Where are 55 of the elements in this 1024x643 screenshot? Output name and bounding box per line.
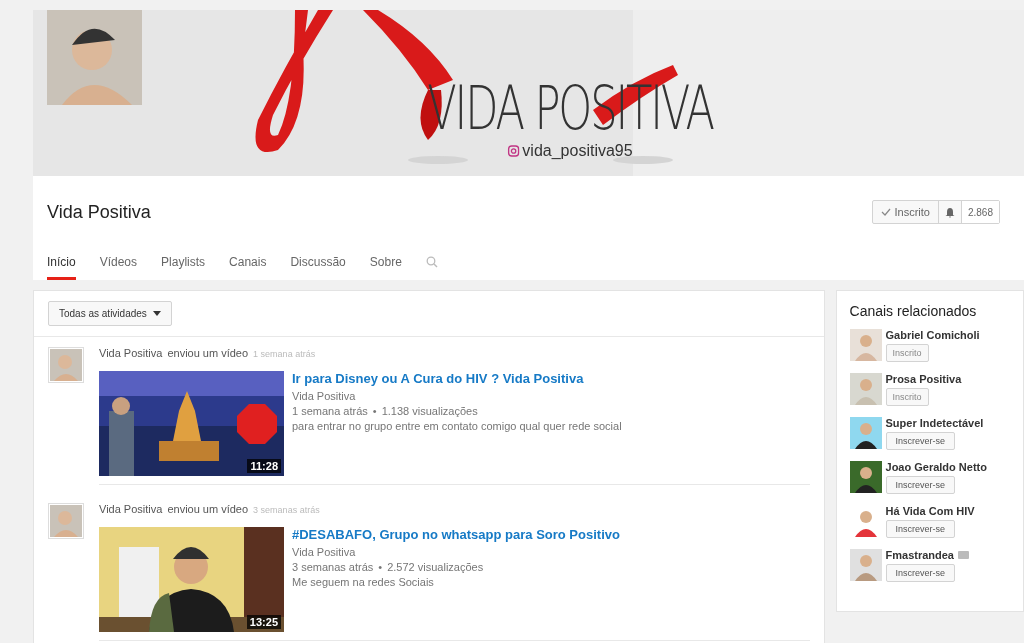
author-avatar — [48, 503, 84, 539]
subscribed-button[interactable]: Inscrito — [872, 201, 939, 223]
separator-dot: • — [378, 561, 383, 573]
video-channel: Vida Positiva — [292, 390, 357, 402]
channel-avatar — [849, 549, 882, 581]
channel-name: Vida Positiva — [47, 201, 151, 223]
subscribe-button[interactable]: Inscrito — [885, 388, 929, 406]
channel-tab[interactable]: Canais — [229, 255, 267, 280]
related-channel-name[interactable]: Prosa Positiva — [885, 373, 962, 385]
video-title[interactable]: #DESABAFO, Grupo no whatsapp para Soro Positivo — [292, 527, 620, 542]
channel-avatar — [849, 417, 882, 449]
subscribe-button[interactable]: Inscrever-se — [885, 520, 956, 538]
post-time: 3 semanas atrás — [253, 505, 320, 515]
author-link[interactable]: Vida Positiva — [99, 347, 163, 359]
video-duration: 11:28 — [247, 459, 281, 473]
video-age: 1 semana atrás — [292, 405, 368, 417]
subscriber-count: 2.868 — [961, 201, 999, 223]
video-age: 3 semanas atrás — [292, 561, 374, 573]
related-channel-name[interactable]: Super Indetectável — [885, 417, 984, 429]
camera-icon — [507, 145, 520, 157]
channel-avatar — [849, 461, 882, 493]
author-link[interactable]: Vida Positiva — [99, 503, 163, 515]
related-channel-name[interactable]: Joao Geraldo Netto — [885, 461, 987, 473]
subscribe-button[interactable]: Inscrever-se — [885, 564, 956, 582]
panel-title: Canais relacionados — [849, 303, 978, 319]
video-channel: Vida Positiva — [292, 546, 357, 558]
channel-tab[interactable]: Playlists — [161, 255, 206, 280]
channel-tab[interactable]: Discussão — [290, 255, 346, 280]
activity-filter[interactable]: Todas as atividades — [48, 301, 172, 326]
action-text: enviou um vídeo — [167, 503, 249, 515]
related-channel-name[interactable]: Gabriel Comicholi — [885, 329, 980, 341]
channel-avatar — [849, 329, 882, 361]
check-icon — [880, 208, 891, 216]
channel-tab[interactable]: Vídeos — [99, 255, 138, 280]
video-description: Me seguem na redes Sociais — [292, 576, 435, 588]
channel-tab[interactable]: Início — [47, 255, 76, 280]
caret-icon — [152, 311, 161, 316]
related-channel-name[interactable]: Há Vida Com HIV — [885, 505, 975, 517]
channel-tab[interactable]: Sobre — [369, 255, 402, 280]
subscribe-button[interactable]: Inscrever-se — [885, 432, 956, 450]
channel-avatar — [849, 373, 882, 405]
subscribe-button[interactable]: Inscrito — [885, 344, 929, 362]
related-channel-name[interactable]: Fmastrandea — [885, 549, 954, 561]
view-count: 2.572 visualizações — [387, 561, 484, 573]
subscribe-button[interactable]: Inscrever-se — [885, 476, 956, 494]
handle-text: vida_positiva95 — [522, 142, 633, 160]
video-description: para entrar no grupo entre em contato comigo qual quer rede social — [292, 420, 622, 432]
separator-dot: • — [372, 405, 377, 417]
view-count: 1.138 visualizações — [381, 405, 478, 417]
post-time: 1 semana atrás — [253, 349, 316, 359]
bell-icon — [944, 206, 955, 218]
author-avatar — [48, 347, 84, 383]
action-text: enviou um vídeo — [167, 347, 249, 359]
video-title[interactable]: Ir para Disney ou A Cura do HIV ? Vida Positiva — [292, 371, 622, 386]
video-duration: 13:25 — [246, 615, 281, 629]
